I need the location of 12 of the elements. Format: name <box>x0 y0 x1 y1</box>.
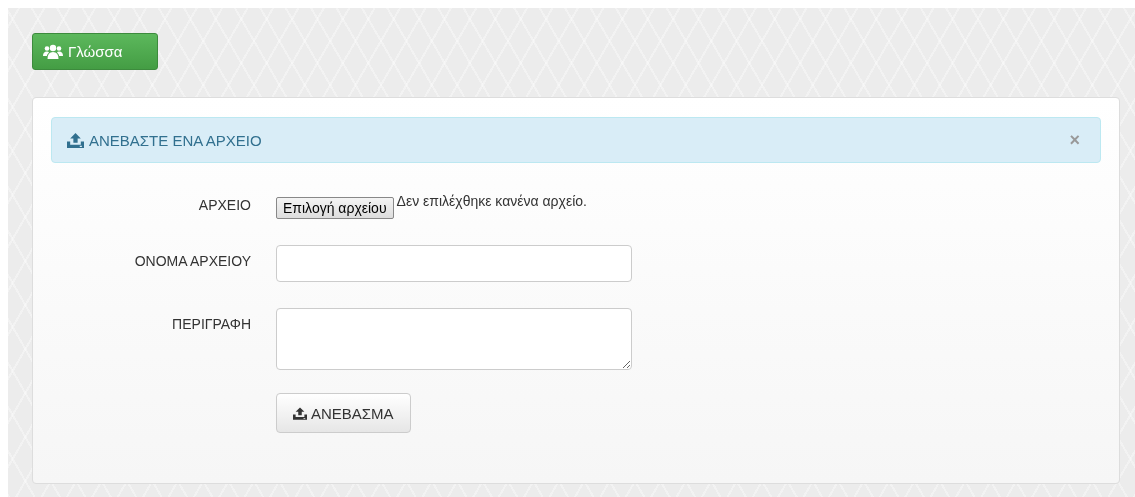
field-label: ΑΡΧΕΙΟ <box>197 196 251 215</box>
users-icon <box>43 43 63 60</box>
upload-button[interactable]: ΑΝΕΒΑΣΜΑ <box>276 393 411 433</box>
upload-icon <box>67 132 84 148</box>
filename-input[interactable] <box>276 245 632 282</box>
alert-title: ΑΝΕΒΑΣΤΕ ΕΝΑ ΑΡΧΕΙΟ <box>89 131 262 149</box>
description-textarea[interactable] <box>276 308 632 370</box>
field-label: ΟΝΟΜΑ ΑΡΧΕΙΟΥ <box>133 252 251 271</box>
choose-file-button[interactable]: Επιλογή αρχείου <box>276 197 394 219</box>
upload-icon <box>293 406 307 420</box>
file-status: Δεν επιλέχθηκε κανένα αρχείο. <box>396 193 587 209</box>
field-label: ΠΕΡΙΓΡΑΦΗ <box>171 315 251 334</box>
